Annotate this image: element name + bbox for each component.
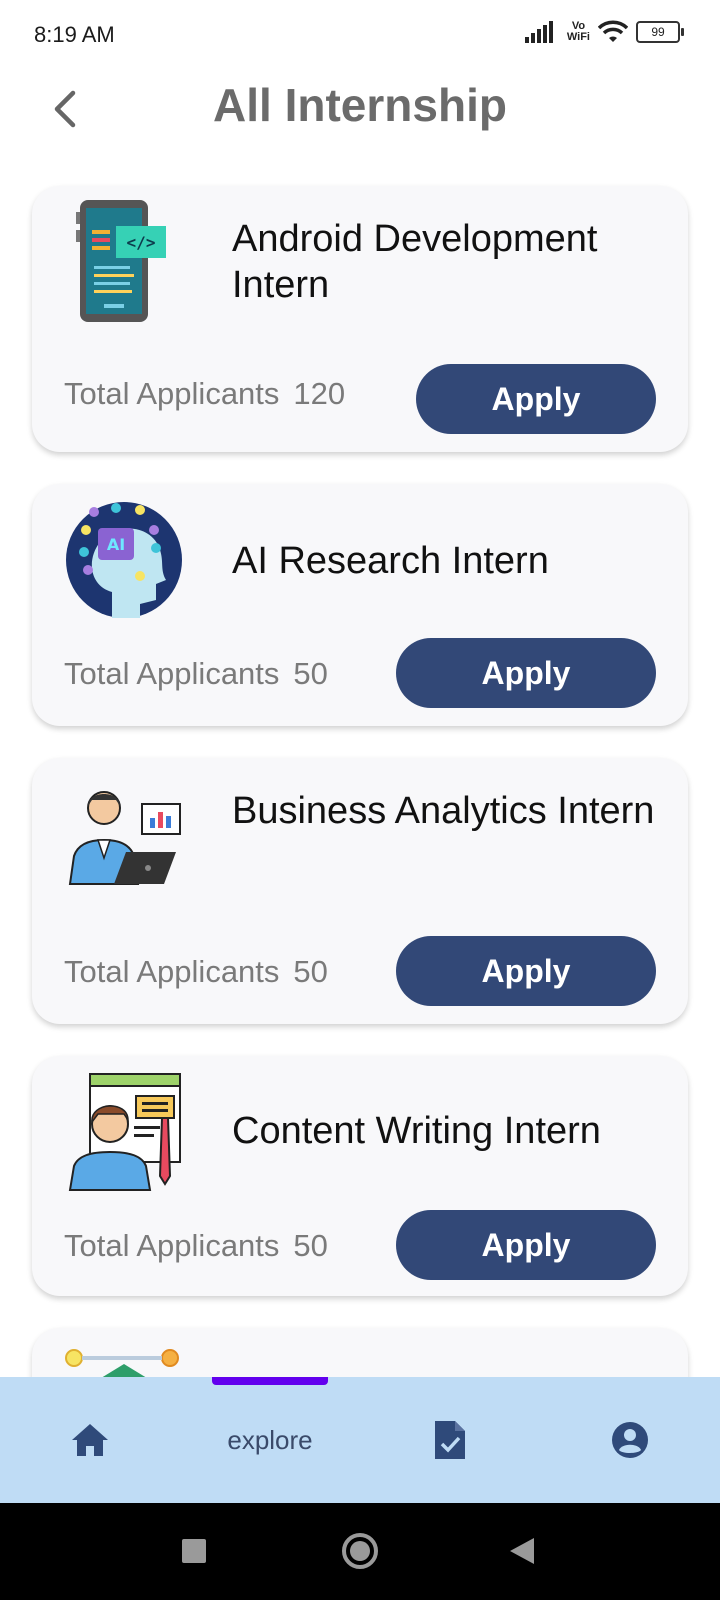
applicants-label: Total Applicants (64, 1228, 280, 1263)
applicants-info: Total Applicants 50 (64, 656, 328, 692)
applicants-count: 50 (293, 656, 328, 691)
internship-card: AI AI Research Intern Total Applicants 50… (32, 484, 688, 726)
applicants-info: Total Applicants 50 (64, 1228, 328, 1264)
business-analytics-icon (64, 786, 184, 906)
system-nav-bar (0, 1503, 720, 1600)
nav-profile[interactable] (570, 1377, 690, 1503)
applicants-info: Total Applicants 120 (64, 376, 345, 412)
vowifi-icon: Vo WiFi (566, 20, 590, 43)
home-system-button[interactable] (334, 1525, 386, 1577)
recents-button[interactable] (168, 1525, 220, 1577)
nav-explore-label: explore (227, 1424, 313, 1455)
apply-button[interactable]: Apply (416, 364, 656, 434)
back-button[interactable] (40, 84, 90, 134)
content-writing-icon (64, 1072, 184, 1192)
wifi-icon (598, 20, 628, 42)
status-bar: 8:19 AM Vo WiFi 99 (0, 0, 720, 70)
internship-card: Business Analytics Intern Total Applican… (32, 758, 688, 1024)
back-arrow-icon (54, 90, 76, 128)
internship-title: Content Writing Intern (232, 1110, 601, 1152)
internship-card: </> Android Development Intern Total App… (32, 186, 688, 452)
nav-applications[interactable] (390, 1377, 510, 1503)
internship-card: Content Writing Intern Total Applicants 5… (32, 1056, 688, 1296)
battery-icon: 99 (636, 21, 684, 43)
signal-icon (524, 21, 553, 43)
svg-text:AI: AI (107, 535, 125, 554)
circle-icon (342, 1533, 378, 1569)
applicants-label: Total Applicants (64, 376, 280, 411)
internship-title: Business Analytics Intern (232, 790, 655, 832)
status-time: 8:19 AM (34, 22, 115, 47)
applicants-label: Total Applicants (64, 656, 280, 691)
triangle-back-icon (510, 1538, 534, 1564)
bottom-nav: explore (0, 1377, 720, 1503)
applicants-count: 50 (293, 954, 328, 989)
svg-text:</>: </> (127, 233, 156, 252)
nav-explore[interactable]: explore (200, 1377, 340, 1503)
applicants-count: 120 (293, 376, 346, 411)
home-icon (72, 1424, 108, 1456)
apply-button[interactable]: Apply (396, 638, 656, 708)
page-title: All Internship (213, 79, 507, 131)
document-check-icon (435, 1421, 465, 1459)
profile-icon (612, 1422, 648, 1458)
app-header: All Internship (0, 70, 720, 180)
ai-research-icon: AI (64, 500, 184, 620)
apply-button[interactable]: Apply (396, 936, 656, 1006)
status-icons: Vo WiFi 99 (524, 20, 684, 44)
internship-title: Android Development Intern (232, 218, 598, 306)
android-development-icon: </> (64, 200, 184, 322)
square-icon (182, 1539, 206, 1563)
applicants-count: 50 (293, 1228, 328, 1263)
back-system-button[interactable] (496, 1525, 548, 1577)
applicants-info: Total Applicants 50 (64, 954, 328, 990)
nav-home[interactable] (30, 1377, 150, 1503)
internship-title: AI Research Intern (232, 540, 549, 582)
apply-button[interactable]: Apply (396, 1210, 656, 1280)
applicants-label: Total Applicants (64, 954, 280, 989)
